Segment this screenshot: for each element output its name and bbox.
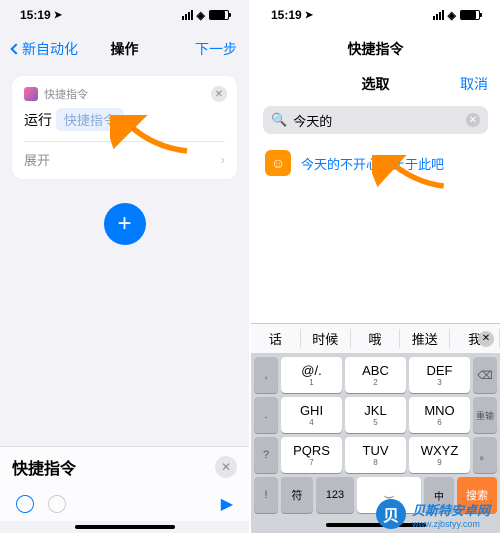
watermark: 贝 贝斯特安卓网 www.zjbstyy.com [376, 499, 490, 529]
watermark-cn: 贝斯特安卓网 [412, 500, 490, 519]
key-4[interactable]: GHI4 [281, 397, 342, 433]
watermark-en: www.zjbstyy.com [412, 519, 490, 529]
cancel-button[interactable]: 取消 [460, 74, 488, 94]
key-6[interactable]: MNO6 [409, 397, 470, 433]
suggestion-item[interactable]: 哦 [351, 329, 401, 348]
key-3[interactable]: DEF3 [409, 357, 470, 393]
card-close-button[interactable]: ✕ [211, 86, 227, 102]
battery-icon [209, 10, 229, 20]
key-5[interactable]: JKL5 [345, 397, 406, 433]
key-question[interactable]: ? [254, 437, 278, 473]
undo-button[interactable] [16, 495, 34, 513]
page-title: 快捷指令 [348, 39, 404, 59]
shortcuts-app-icon [24, 87, 38, 101]
search-input[interactable]: 🔍 今天的 ✕ [263, 106, 488, 134]
bottom-toolbar: ▶ [0, 487, 249, 521]
annotation-arrow [110, 115, 200, 155]
left-screen: 15:19 ➤ ◈ 新自动化 操作 下一步 快捷指令 ✕ [0, 0, 249, 533]
status-time: 15:19 [271, 8, 302, 22]
back-button[interactable]: 新自动化 [12, 39, 78, 59]
key-1[interactable]: @/.1 [281, 357, 342, 393]
home-indicator[interactable] [75, 525, 175, 529]
battery-icon [460, 10, 480, 20]
key-8[interactable]: TUV8 [345, 437, 406, 473]
key-7[interactable]: PQRS7 [281, 437, 342, 473]
page-title: 操作 [111, 39, 139, 59]
search-icon: 🔍 [271, 112, 287, 128]
bottom-close-button[interactable]: ✕ [215, 456, 237, 478]
signal-icon [433, 10, 444, 20]
bottom-search-bar[interactable]: 快捷指令 ✕ [0, 446, 249, 487]
key-comma[interactable]: , [254, 357, 278, 393]
play-button[interactable]: ▶ [221, 494, 233, 514]
redo-button [48, 495, 66, 513]
clear-search-button[interactable]: ✕ [466, 113, 480, 127]
key-2[interactable]: ABC2 [345, 357, 406, 393]
suggestion-item[interactable]: 时候 [301, 329, 351, 348]
bottom-search-label: 快捷指令 [12, 455, 207, 479]
action-verb: 运行 [24, 112, 52, 128]
suggestion-close-button[interactable]: ✕ [478, 331, 494, 347]
key-123[interactable]: 123 [316, 477, 354, 513]
search-value: 今天的 [293, 111, 460, 130]
signal-icon [182, 10, 193, 20]
chevron-right-icon: › [221, 152, 225, 167]
key-9[interactable]: WXYZ9 [409, 437, 470, 473]
add-action-button[interactable]: + [104, 203, 146, 245]
key-cn-period[interactable]: 。 [473, 437, 497, 473]
card-header-label: 快捷指令 [44, 86, 88, 102]
suggestion-item[interactable]: 推送 [400, 329, 450, 348]
search-wrap: 🔍 今天的 ✕ [251, 100, 500, 140]
key-retype[interactable]: 重输 [473, 397, 497, 433]
key-exclaim[interactable]: ! [254, 477, 278, 513]
wifi-icon: ◈ [197, 9, 205, 22]
key-symbol[interactable]: 符 [281, 477, 313, 513]
key-backspace[interactable]: ⌫ [473, 357, 497, 393]
status-bar: 15:19 ➤ ◈ [0, 0, 249, 30]
suggestion-item[interactable]: 话 [251, 329, 301, 348]
next-button[interactable]: 下一步 [195, 39, 237, 59]
key-period[interactable]: . [254, 397, 278, 433]
right-screen: 15:19 ➤ ◈ 快捷指令 选取 取消 🔍 今天的 ✕ ☺ [251, 0, 500, 533]
chevron-left-icon [10, 43, 21, 54]
sub-nav-bar: 选取 取消 [251, 68, 500, 100]
nav-bar: 快捷指令 [251, 30, 500, 68]
shortcut-result-icon: ☺ [265, 150, 291, 176]
nav-bar: 新自动化 操作 下一步 [0, 30, 249, 68]
location-icon: ➤ [305, 10, 313, 21]
status-bar: 15:19 ➤ ◈ [251, 0, 500, 30]
status-time: 15:19 [20, 8, 51, 22]
annotation-arrow [372, 155, 457, 190]
sub-title: 选取 [362, 74, 390, 94]
location-icon: ➤ [54, 10, 62, 21]
wifi-icon: ◈ [448, 9, 456, 22]
watermark-icon: 贝 [376, 499, 406, 529]
suggestion-bar: 话 时候 哦 推送 我 ✕ [251, 323, 500, 353]
